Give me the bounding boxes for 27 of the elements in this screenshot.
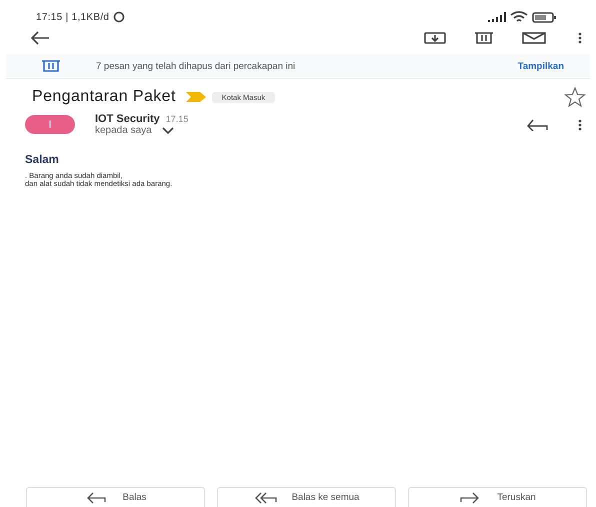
- status-time: 17:15 | 1,1KB/d: [36, 12, 110, 22]
- more-icon[interactable]: [578, 32, 582, 44]
- reply-all-button[interactable]: Balas ke semua: [217, 487, 396, 507]
- trash-icon: [41, 60, 61, 72]
- subject-title: Pengantaran Paket: [32, 88, 176, 106]
- forward-button[interactable]: Teruskan: [408, 487, 587, 507]
- delete-icon[interactable]: [474, 32, 494, 44]
- message-time: 17.15: [166, 114, 188, 124]
- mail-icon[interactable]: [522, 32, 546, 44]
- reply-icon[interactable]: [526, 118, 548, 130]
- reply-all-icon: [254, 491, 278, 504]
- sender-name: IOT Security: [95, 113, 160, 125]
- signal-icon: [488, 12, 506, 22]
- reply-button[interactable]: Balas: [26, 487, 205, 507]
- back-icon[interactable]: [30, 31, 50, 45]
- recipient-text: kepada saya: [95, 125, 152, 136]
- battery-icon: [532, 12, 556, 22]
- star-icon[interactable]: [564, 87, 586, 107]
- greeting-text: Salam: [25, 154, 60, 166]
- wifi-icon: [510, 11, 528, 23]
- notice-text: 7 pesan yang telah dihapus dari percakapan ini: [96, 60, 296, 72]
- show-link[interactable]: Tampilkan: [518, 60, 564, 72]
- more-icon[interactable]: [578, 118, 582, 130]
- avatar: I: [25, 115, 75, 134]
- archive-icon[interactable]: [424, 32, 446, 44]
- important-marker-icon: [186, 92, 206, 102]
- chevron-icon[interactable]: [162, 127, 174, 134]
